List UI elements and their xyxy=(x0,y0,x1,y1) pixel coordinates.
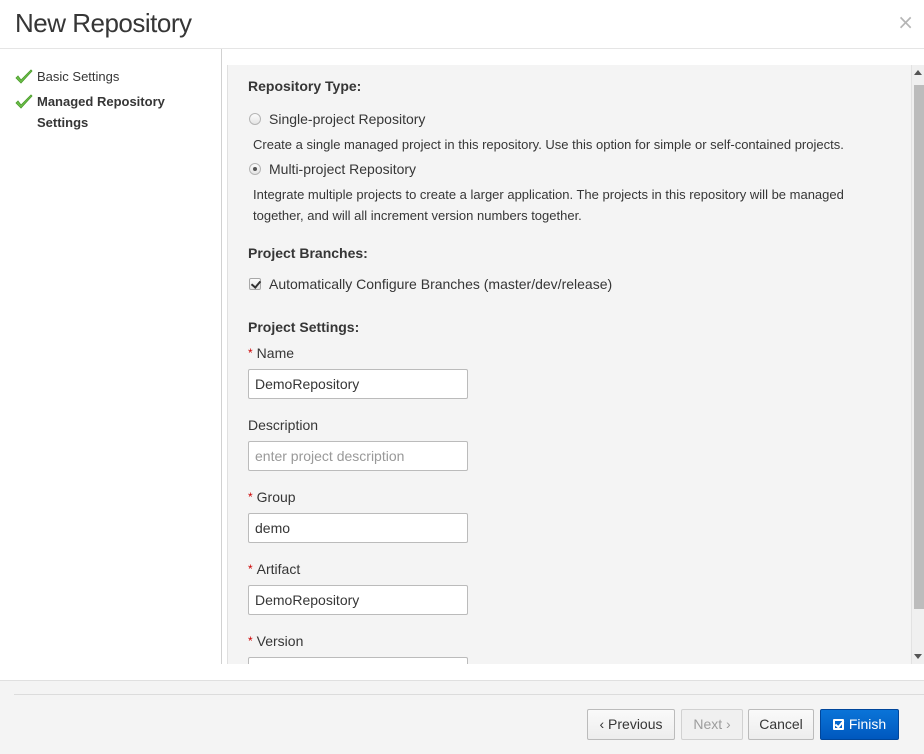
auto-configure-branches-checkbox[interactable] xyxy=(249,278,261,290)
dialog-header: New Repository × xyxy=(0,0,924,49)
cancel-button[interactable]: Cancel xyxy=(748,709,814,740)
project-settings-heading: Project Settings: xyxy=(248,319,360,335)
description-label: Description xyxy=(248,417,319,433)
required-marker: * xyxy=(248,346,253,360)
group-input[interactable] xyxy=(248,513,468,543)
dialog-title: New Repository xyxy=(15,8,192,38)
artifact-input[interactable] xyxy=(248,585,468,615)
multi-project-help: Integrate multiple projects to create a … xyxy=(253,187,844,223)
multi-project-radio[interactable] xyxy=(249,163,261,175)
single-project-radio[interactable] xyxy=(249,113,261,125)
checkmark-icon xyxy=(15,94,33,109)
close-icon: × xyxy=(897,10,914,34)
version-label: * Version xyxy=(248,633,304,649)
project-branches-heading: Project Branches: xyxy=(248,245,368,261)
footer-divider xyxy=(14,694,924,695)
check-square-icon xyxy=(832,719,844,730)
scroll-down-arrow-icon[interactable] xyxy=(914,654,922,659)
scroll-up-arrow-icon[interactable] xyxy=(914,70,922,75)
auto-configure-branches-row[interactable]: Automatically Configure Branches (master… xyxy=(248,274,912,294)
artifact-label: * Artifact xyxy=(248,561,301,577)
wizard-step-basic-settings[interactable]: Basic Settings xyxy=(0,66,221,87)
name-label: * Name xyxy=(248,345,295,361)
wizard-content-panel: Repository Type: Single-project Reposito… xyxy=(227,65,924,664)
single-project-radio-row[interactable]: Single-project Repository xyxy=(248,109,912,129)
wizard-steps-sidebar: Basic Settings Managed Repository Settin… xyxy=(0,49,222,664)
finish-label: Finish xyxy=(848,716,887,732)
wizard-step-label: Managed Repository Settings xyxy=(37,94,165,130)
dialog-footer: ‹ Previous Next › Cancel Finish xyxy=(0,680,924,754)
single-project-help: Create a single managed project in this … xyxy=(253,137,844,152)
wizard-step-label: Basic Settings xyxy=(37,69,120,84)
repository-type-heading: Repository Type: xyxy=(248,78,362,94)
single-project-label: Single-project Repository xyxy=(269,111,426,127)
group-label: * Group xyxy=(248,489,296,505)
finish-button[interactable]: Finish xyxy=(820,709,899,740)
previous-button[interactable]: ‹ Previous xyxy=(587,709,675,740)
auto-configure-branches-label: Automatically Configure Branches (master… xyxy=(269,276,613,292)
vertical-scrollbar[interactable] xyxy=(911,65,924,664)
required-marker: * xyxy=(248,634,253,648)
version-input[interactable] xyxy=(248,657,468,664)
name-input[interactable] xyxy=(248,369,468,399)
required-marker: * xyxy=(248,562,253,576)
wizard-form: Repository Type: Single-project Reposito… xyxy=(228,65,912,664)
multi-project-radio-row[interactable]: Multi-project Repository xyxy=(248,159,912,179)
close-button[interactable]: × xyxy=(897,10,914,34)
next-button[interactable]: Next › xyxy=(681,709,743,740)
multi-project-label: Multi-project Repository xyxy=(269,161,417,177)
required-marker: * xyxy=(248,490,253,504)
description-input[interactable] xyxy=(248,441,468,471)
wizard-step-managed-repository-settings[interactable]: Managed Repository Settings xyxy=(0,91,221,133)
scrollbar-thumb[interactable] xyxy=(914,85,924,609)
checkmark-icon xyxy=(15,69,33,84)
